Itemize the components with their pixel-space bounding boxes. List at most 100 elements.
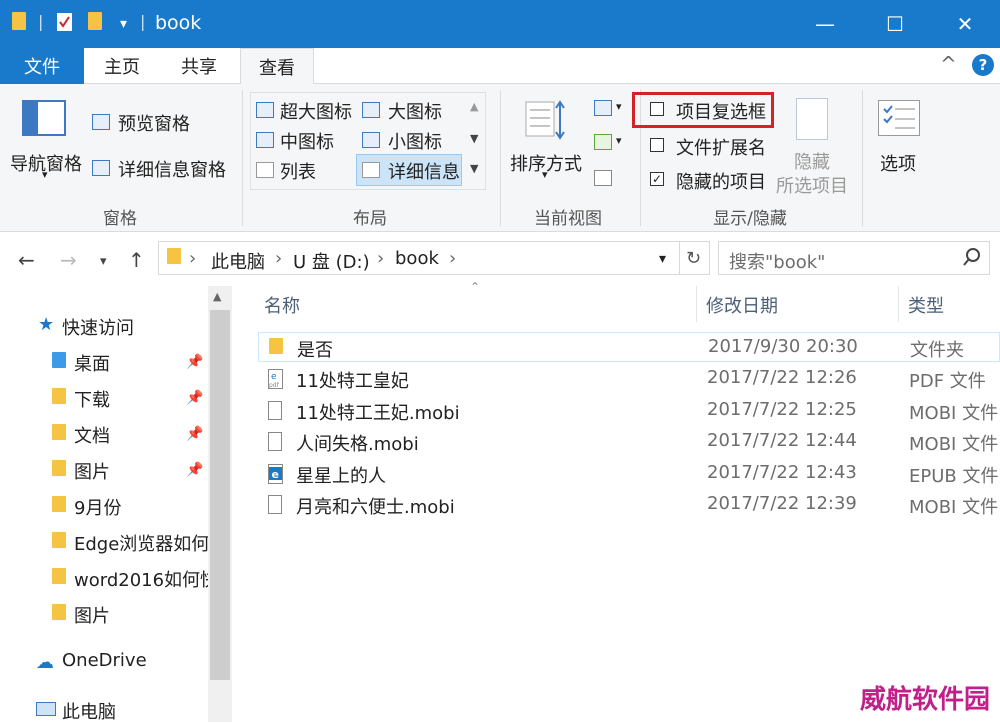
gallery-scroll-up-icon[interactable]: ▲: [470, 100, 478, 113]
hide-selected-button[interactable]: 隐藏: [794, 148, 830, 174]
nav-item-edge-folder[interactable]: Edge浏览器如何: [74, 530, 208, 556]
hidden-items-label[interactable]: 隐藏的项目: [676, 168, 766, 194]
nav-item-desktop[interactable]: 桌面: [74, 350, 110, 376]
table-row[interactable]: e 星星上的人 2017/7/22 12:43 EPUB 文件: [258, 459, 1000, 489]
table-row[interactable]: 月亮和六便士.mobi 2017/7/22 12:39 MOBI 文件: [258, 490, 1000, 520]
breadcrumb-this-pc[interactable]: 此电脑: [211, 248, 265, 274]
add-columns-icon[interactable]: [594, 134, 612, 150]
nav-this-pc[interactable]: 此电脑: [62, 698, 116, 724]
svg-text:e: e: [272, 468, 279, 481]
nav-item-pictures-2[interactable]: 图片: [74, 602, 110, 628]
pin-icon[interactable]: 📌: [186, 390, 203, 406]
recent-locations-icon[interactable]: ▾: [100, 254, 107, 269]
file-name: 星星上的人: [296, 466, 386, 487]
pin-icon[interactable]: 📌: [186, 462, 203, 478]
maximize-button[interactable]: ☐: [860, 0, 930, 48]
group-by-dropdown-icon[interactable]: ▾: [616, 100, 622, 113]
new-folder-icon[interactable]: [88, 12, 102, 34]
file-extensions-checkbox[interactable]: [650, 138, 664, 152]
file-extensions-label[interactable]: 文件扩展名: [676, 134, 766, 160]
table-row[interactable]: 11处特工王妃.mobi 2017/7/22 12:25 MOBI 文件: [258, 396, 1000, 426]
add-columns-dropdown-icon[interactable]: ▾: [616, 134, 622, 147]
nav-item-documents[interactable]: 文档: [74, 422, 110, 448]
column-separator[interactable]: [696, 286, 697, 322]
back-arrow-icon[interactable]: ←: [18, 248, 35, 272]
qat-dropdown-icon[interactable]: ▾: [120, 16, 127, 32]
layout-extra-large-icons[interactable]: 超大图标: [280, 98, 352, 124]
preview-pane-button[interactable]: 预览窗格: [118, 110, 190, 136]
gallery-more-icon[interactable]: ▼: [470, 162, 478, 175]
group-by-icon[interactable]: [594, 100, 612, 116]
nav-item-pictures[interactable]: 图片: [74, 458, 110, 484]
pin-icon[interactable]: 📌: [186, 426, 203, 442]
layout-large-icons[interactable]: 大图标: [388, 98, 442, 124]
nav-item-downloads[interactable]: 下载: [74, 386, 110, 412]
search-icon[interactable]: [961, 246, 983, 272]
table-row[interactable]: e pdf 11处特工皇妃 2017/7/22 12:26 PDF 文件: [258, 364, 1000, 394]
file-date: 2017/7/22 12:26: [707, 367, 857, 388]
hidden-items-checkbox[interactable]: ✓: [650, 172, 664, 186]
properties-icon[interactable]: [56, 12, 74, 36]
file-type: MOBI 文件: [909, 497, 999, 518]
gallery-scroll-down-icon[interactable]: ▼: [470, 132, 478, 145]
column-separator[interactable]: [898, 286, 899, 322]
nav-item-september[interactable]: 9月份: [74, 494, 121, 520]
breadcrumb-separator-icon[interactable]: ›: [189, 248, 196, 269]
title-separator: |: [140, 12, 146, 31]
folder-icon: [52, 496, 66, 516]
scroll-up-icon[interactable]: ▲: [213, 290, 221, 303]
folder-icon: [52, 532, 66, 552]
group-label-current-view: 当前视图: [534, 209, 602, 229]
tab-home[interactable]: 主页: [84, 48, 160, 84]
up-arrow-icon[interactable]: ↑: [128, 248, 145, 272]
breadcrumb-separator-icon[interactable]: ›: [275, 248, 282, 269]
address-bar[interactable]: › 此电脑 › U 盘 (D:) › book › ▾ ↻: [158, 241, 710, 275]
forward-arrow-icon[interactable]: →: [60, 248, 77, 272]
item-checkboxes-label[interactable]: 项目复选框: [676, 98, 766, 124]
refresh-icon[interactable]: ↻: [686, 248, 701, 269]
layout-list[interactable]: 列表: [280, 158, 316, 184]
tab-view[interactable]: 查看: [240, 48, 314, 85]
hide-selected-icon: [796, 98, 828, 140]
close-button[interactable]: ✕: [930, 0, 1000, 48]
column-header-name[interactable]: 名称: [264, 292, 300, 318]
options-button[interactable]: 选项: [880, 150, 916, 176]
layout-details[interactable]: 详细信息: [388, 158, 460, 184]
address-dropdown-icon[interactable]: ▾: [659, 251, 666, 267]
help-icon[interactable]: ?: [972, 54, 994, 76]
nav-item-word-folder[interactable]: word2016如何快: [74, 566, 208, 592]
medium-icons-icon: [256, 132, 274, 148]
file-list: ⌃ 名称 修改日期 类型 是否 2017/9/30 20:30 文件夹 e pdf…: [232, 280, 1000, 722]
sort-by-dropdown-icon[interactable]: ▾: [542, 168, 548, 181]
item-checkboxes-checkbox[interactable]: [650, 102, 664, 116]
tab-share[interactable]: 共享: [160, 48, 238, 84]
search-input[interactable]: 搜索"book": [718, 241, 990, 275]
nav-scrollbar[interactable]: ▲: [208, 286, 232, 722]
file-type: 文件夹: [910, 340, 964, 361]
minimize-button[interactable]: —: [790, 0, 860, 48]
address-divider: [679, 242, 680, 274]
layout-small-icons[interactable]: 小图标: [388, 128, 442, 154]
svg-text:pdf: pdf: [269, 382, 280, 389]
group-separator: [242, 90, 243, 226]
column-header-type[interactable]: 类型: [908, 292, 944, 318]
nav-quick-access[interactable]: 快速访问: [62, 314, 134, 340]
pin-icon[interactable]: 📌: [186, 354, 203, 370]
breadcrumb-drive[interactable]: U 盘 (D:): [293, 248, 370, 274]
size-columns-icon[interactable]: [594, 170, 612, 186]
details-pane-button[interactable]: 详细信息窗格: [118, 156, 226, 182]
layout-medium-icons[interactable]: 中图标: [280, 128, 334, 154]
breadcrumb-book[interactable]: book: [395, 248, 439, 269]
file-type: PDF 文件: [909, 371, 986, 392]
breadcrumb-separator-icon[interactable]: ›: [449, 248, 456, 269]
table-row[interactable]: 人间失格.mobi 2017/7/22 12:44 MOBI 文件: [258, 427, 1000, 457]
breadcrumb-separator-icon[interactable]: ›: [377, 248, 384, 269]
nav-scrollbar-thumb[interactable]: [210, 310, 230, 680]
nav-pane-dropdown-icon[interactable]: ▾: [42, 168, 48, 181]
column-header-date[interactable]: 修改日期: [706, 292, 778, 318]
collapse-ribbon-icon[interactable]: ^: [940, 52, 957, 76]
nav-onedrive[interactable]: OneDrive: [62, 650, 147, 671]
table-row[interactable]: 是否 2017/9/30 20:30 文件夹: [258, 332, 1000, 362]
tab-file[interactable]: 文件: [0, 48, 84, 84]
document-icon: [268, 401, 282, 420]
